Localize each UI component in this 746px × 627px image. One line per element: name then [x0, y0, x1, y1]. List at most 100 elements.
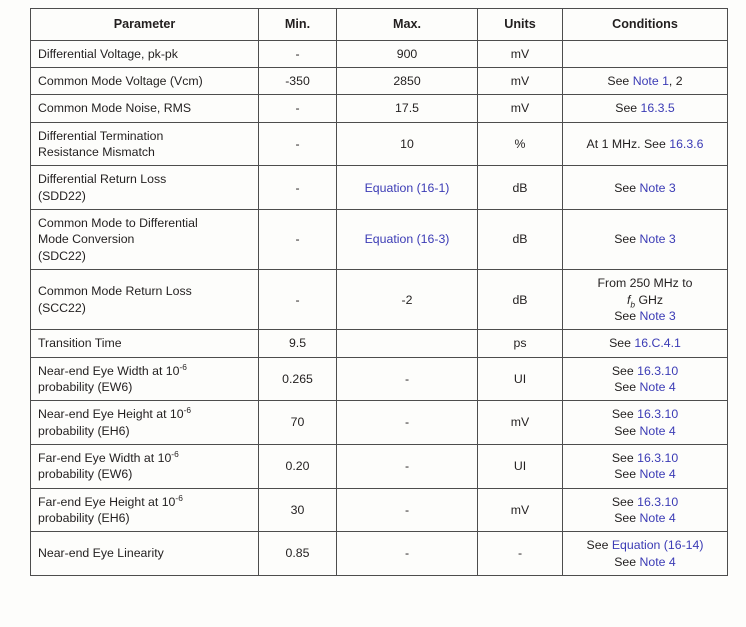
- equation-link[interactable]: Equation (16-1): [365, 181, 450, 195]
- table-row: Differential Return Loss (SDD22) - Equati…: [30, 165, 728, 211]
- min-cell: -: [258, 165, 337, 211]
- units-cell: mV: [477, 400, 563, 445]
- table-row: Transition Time 9.5 ps See 16.C.4.1: [30, 329, 728, 358]
- parameter-line-1: Differential Return Loss: [38, 172, 167, 187]
- specification-sheet: Parameter Min. Max. Units Conditions Dif…: [0, 0, 746, 627]
- max-cell: [336, 329, 478, 358]
- max-cell: Equation (16-3): [336, 209, 478, 271]
- note-link[interactable]: Note 4: [640, 467, 676, 481]
- min-cell: -: [258, 209, 337, 271]
- note-link[interactable]: Note 4: [640, 424, 676, 438]
- conditions-line-1-text: See: [611, 450, 638, 465]
- conditions-line-1-text: See: [586, 538, 612, 553]
- cross-reference-link[interactable]: 16.3.10: [637, 407, 678, 421]
- max-cell: -: [336, 443, 478, 489]
- note-link[interactable]: Note 4: [640, 555, 676, 569]
- min-cell: -: [258, 269, 337, 331]
- equation-link[interactable]: Equation (16-14): [612, 538, 704, 552]
- cross-reference-link[interactable]: Note 1: [633, 74, 669, 88]
- max-cell: 900: [336, 39, 478, 69]
- conditions-line-1-text: See: [611, 407, 638, 422]
- units-cell: dB: [477, 209, 563, 271]
- units-cell: dB: [477, 269, 563, 331]
- parameter-cell: Common Mode Noise, RMS: [30, 94, 259, 123]
- conditions-cell: See Note 3: [562, 209, 728, 271]
- column-header-conditions: Conditions: [562, 8, 728, 41]
- conditions-line-1: From 250 MHz to: [597, 276, 693, 291]
- table-row: Common Mode Voltage (Vcm) -350 2850 mV S…: [30, 67, 728, 96]
- conditions-line-2-suffix: GHz: [635, 292, 664, 307]
- probability-exponent: -6: [183, 405, 192, 416]
- table-row: Common Mode Return Loss (SCC22) - -2 dB F…: [30, 269, 728, 331]
- table-row: Differential Termination Resistance Misma…: [30, 121, 728, 167]
- units-cell: UI: [477, 443, 563, 489]
- parameter-cell: Far-end Eye Height at 10-6 probability (E…: [30, 487, 259, 533]
- parameter-line-1: Differential Termination: [38, 128, 164, 143]
- cross-reference-link[interactable]: 16.3.5: [641, 101, 675, 115]
- probability-exponent: -6: [171, 448, 179, 459]
- conditions-cell: At 1 MHz. See 16.3.6: [562, 121, 728, 167]
- parameter-line-2: probability (EW6): [38, 379, 133, 394]
- max-cell: -: [336, 400, 478, 445]
- note-link[interactable]: Note 4: [640, 511, 676, 525]
- parameter-cell: Differential Voltage, pk-pk: [30, 39, 259, 69]
- parameter-cell: Near-end Eye Width at 10-6 probability (E…: [30, 356, 259, 402]
- conditions-cell: See Note 1, 2: [562, 67, 728, 96]
- parameter-cell: Common Mode to Differential Mode Conversi…: [30, 209, 259, 271]
- table-row: Common Mode Noise, RMS - 17.5 mV See 16.…: [30, 94, 728, 123]
- conditions-line-3-text: See: [614, 308, 640, 323]
- cross-reference-link[interactable]: 16.3.10: [637, 364, 678, 378]
- cross-reference-link[interactable]: 16.C.4.1: [634, 336, 681, 350]
- column-header-units: Units: [477, 8, 563, 41]
- parameter-line-1: Near-end Eye Width at 10: [38, 363, 180, 378]
- cross-reference-link[interactable]: Note 3: [640, 232, 676, 246]
- table-row: Near-end Eye Linearity 0.85 - - See Equa…: [30, 531, 728, 576]
- max-cell: 17.5: [336, 94, 478, 123]
- parameter-line-3: (SDC22): [38, 248, 86, 263]
- min-cell: 70: [258, 400, 337, 445]
- min-cell: -: [258, 121, 337, 167]
- cross-reference-link[interactable]: 16.3.10: [637, 495, 678, 509]
- cross-reference-link[interactable]: 16.3.6: [669, 137, 703, 151]
- cross-reference-link[interactable]: 16.3.10: [637, 451, 678, 465]
- parameter-cell: Differential Return Loss (SDD22): [30, 165, 259, 211]
- parameter-line-2: Resistance Mismatch: [38, 145, 155, 160]
- conditions-cell: See 16.C.4.1: [562, 329, 728, 358]
- cross-reference-link[interactable]: Note 3: [640, 309, 676, 323]
- min-cell: 30: [258, 487, 337, 533]
- units-cell: -: [477, 531, 563, 576]
- parameter-line-2: probability (EW6): [38, 467, 133, 482]
- conditions-text-tail: , 2: [668, 74, 683, 89]
- parameter-line-1: Near-end Eye Height at 10: [38, 407, 184, 422]
- parameter-line-2: (SCC22): [38, 300, 86, 315]
- max-cell: -: [336, 356, 478, 402]
- conditions-cell: From 250 MHz to fb GHz See Note 3: [562, 269, 728, 331]
- min-cell: -: [258, 94, 337, 123]
- parameter-line-1: Common Mode to Differential: [38, 216, 198, 231]
- conditions-cell: See 16.3.10 See Note 4: [562, 400, 728, 445]
- column-header-min: Min.: [258, 8, 337, 41]
- conditions-text: See: [607, 74, 633, 89]
- units-cell: %: [477, 121, 563, 167]
- parameter-cell: Transition Time: [30, 329, 259, 358]
- conditions-cell: See 16.3.5: [562, 94, 728, 123]
- parameter-line-2: Mode Conversion: [38, 232, 135, 247]
- parameter-cell: Near-end Eye Linearity: [30, 531, 259, 576]
- conditions-line-1-text: See: [611, 494, 638, 509]
- column-header-parameter: Parameter: [30, 8, 259, 41]
- max-cell: Equation (16-1): [336, 165, 478, 211]
- units-cell: UI: [477, 356, 563, 402]
- conditions-text: See: [609, 336, 635, 351]
- parameter-line-1: Far-end Eye Width at 10: [38, 450, 172, 465]
- conditions-cell: See Note 3: [562, 165, 728, 211]
- cross-reference-link[interactable]: Note 3: [640, 181, 676, 195]
- equation-link[interactable]: Equation (16-3): [365, 232, 450, 246]
- conditions-cell: [562, 39, 728, 69]
- note-link[interactable]: Note 4: [640, 380, 676, 394]
- conditions-line-2-text: See: [614, 510, 640, 525]
- units-cell: mV: [477, 94, 563, 123]
- min-cell: -350: [258, 67, 337, 96]
- max-cell: -: [336, 487, 478, 533]
- units-cell: mV: [477, 39, 563, 69]
- table-row: Differential Voltage, pk-pk - 900 mV: [30, 39, 728, 69]
